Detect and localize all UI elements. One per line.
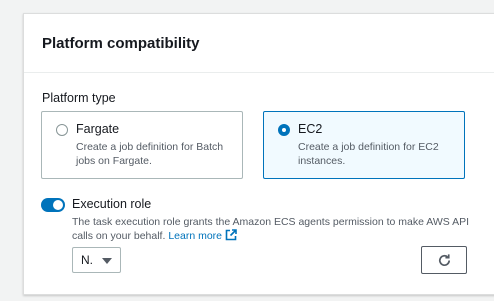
execution-role-description-text: The task execution role grants the Amazo… (72, 216, 470, 242)
platform-compatibility-panel: Platform compatibility Platform type Far… (23, 13, 494, 295)
platform-option-ec2[interactable]: EC2 Create a job definition for EC2 inst… (263, 111, 465, 179)
refresh-button[interactable] (421, 246, 467, 274)
select-value: N. (81, 253, 93, 267)
execution-role-select[interactable]: N. (72, 247, 121, 273)
learn-more-text: Learn more (168, 230, 223, 242)
panel-title: Platform compatibility (42, 35, 200, 52)
ec2-title: EC2 (298, 122, 323, 136)
ec2-description: Create a job definition for EC2 instance… (298, 141, 439, 167)
fargate-title: Fargate (76, 122, 120, 136)
execution-role-description: The task execution role grants the Amazo… (72, 215, 492, 243)
execution-role-label: Execution role (72, 197, 152, 211)
caret-down-icon (102, 258, 112, 264)
execution-role-toggle[interactable] (41, 198, 65, 212)
platform-type-label: Platform type (42, 91, 116, 105)
panel-header: Platform compatibility (24, 14, 494, 73)
platform-option-fargate[interactable]: Fargate Create a job definition for Batc… (41, 111, 243, 179)
refresh-icon (439, 254, 451, 266)
fargate-description: Create a job definition for Batch jobs o… (76, 141, 224, 167)
toggle-knob (53, 200, 63, 210)
external-link-icon (225, 229, 237, 241)
learn-more-link[interactable]: Learn more (168, 229, 237, 242)
fargate-radio[interactable] (56, 124, 68, 136)
ec2-radio[interactable] (278, 124, 290, 136)
